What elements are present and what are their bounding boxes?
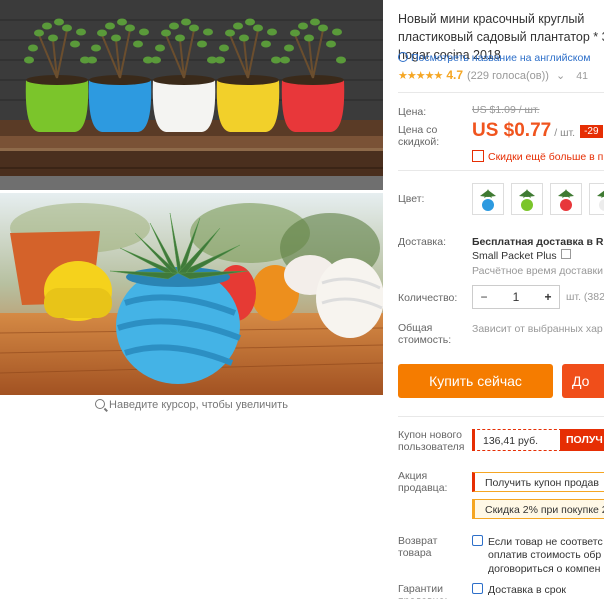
quantity-stepper[interactable]: − 1 + xyxy=(472,285,560,309)
old-price: US $1.09 / шт. xyxy=(472,104,540,116)
total-value: Зависит от выбранных хар xyxy=(472,323,603,335)
color-swatch-red[interactable] xyxy=(550,183,582,215)
qr-code-icon xyxy=(472,150,484,162)
add-to-cart-button[interactable]: До xyxy=(562,364,604,398)
delivery-guarantee-icon xyxy=(472,583,483,594)
current-price: US $0.77/ шт. -29 xyxy=(472,120,603,142)
quantity-decrease-button[interactable]: − xyxy=(473,286,495,308)
product-details: Новый мини красочный круглый пластиковый… xyxy=(398,0,604,599)
delivery-time: Расчётное время доставки xyxy=(472,265,604,277)
total-label: Общая стоимость: xyxy=(398,322,452,346)
returns-label: Возврат товара xyxy=(398,535,438,559)
zoom-hint: Наведите курсор, чтобы увеличить xyxy=(0,399,383,411)
rating-row[interactable]: ★★★★★ 4.7 (229 голоса(ов)) ⌄ 41 xyxy=(398,68,588,82)
delivery-label: Доставка: xyxy=(398,236,447,248)
guarantee-label: Гарантии продавца: xyxy=(398,583,447,599)
divider xyxy=(398,170,604,171)
chevron-down-icon xyxy=(560,249,571,259)
new-user-coupon: 136,41 руб. xyxy=(472,429,562,451)
pot-shape xyxy=(216,80,280,132)
discount-price-label: Цена со скидкой: xyxy=(398,124,440,148)
color-label: Цвет: xyxy=(398,193,425,205)
product-image-main[interactable] xyxy=(0,193,383,395)
magnifier-icon xyxy=(95,399,106,409)
color-swatch-green[interactable] xyxy=(511,183,543,215)
product-image-top[interactable] xyxy=(0,0,383,190)
translate-title-link[interactable]: Посмотреть название на английском xyxy=(398,52,591,64)
quantity-increase-button[interactable]: + xyxy=(537,286,559,308)
orders-count: 41 xyxy=(576,70,588,82)
pot-shape xyxy=(25,80,89,132)
get-coupon-button[interactable]: ПОЛУЧ xyxy=(560,429,604,451)
chevron-down-icon: ⌄ xyxy=(556,70,566,82)
pot-shape xyxy=(152,80,216,132)
quantity-unit: шт. (382 xyxy=(566,291,604,303)
pot-shape xyxy=(281,80,345,132)
guarantee-line-1: Доставка в срок xyxy=(472,583,566,596)
color-swatch-blue[interactable] xyxy=(472,183,504,215)
delivery-method-select[interactable]: Small Packet Plus xyxy=(472,249,571,262)
price-label: Цена: xyxy=(398,106,427,118)
returns-line-3: договориться о компен xyxy=(488,563,601,575)
color-swatch-white[interactable] xyxy=(589,183,604,215)
rating-value: 4.7 xyxy=(446,68,463,82)
returns-line-2: оплатив стоимость обр xyxy=(488,549,602,561)
divider xyxy=(398,416,604,417)
seller-coupon[interactable]: Получить купон продав xyxy=(472,472,604,492)
returns-line-1: Если товар не соответс xyxy=(472,535,603,548)
quantity-label: Количество: xyxy=(398,292,458,304)
return-policy-icon xyxy=(472,535,483,546)
divider xyxy=(398,92,604,93)
more-discounts-link[interactable]: Скидки ещё больше в п xyxy=(472,150,603,163)
new-user-coupon-label: Купон нового пользователя xyxy=(398,429,465,453)
quantity-input[interactable]: 1 xyxy=(495,286,537,308)
rating-stars-icon: ★★★★★ xyxy=(398,70,443,82)
pot-shape xyxy=(88,80,152,132)
buy-now-button[interactable]: Купить сейчас xyxy=(398,364,553,398)
delivery-free: Бесплатная доставка в R xyxy=(472,236,604,248)
rating-count: (229 голоса(ов)) xyxy=(467,70,549,82)
seller-discount[interactable]: Скидка 2% при покупке 2 xyxy=(472,499,604,519)
discount-badge: -29 xyxy=(580,125,603,138)
seller-promo-label: Акция продавца: xyxy=(398,470,448,494)
product-gallery: Наведите курсор, чтобы увеличить xyxy=(0,0,383,599)
globe-icon xyxy=(398,52,408,62)
